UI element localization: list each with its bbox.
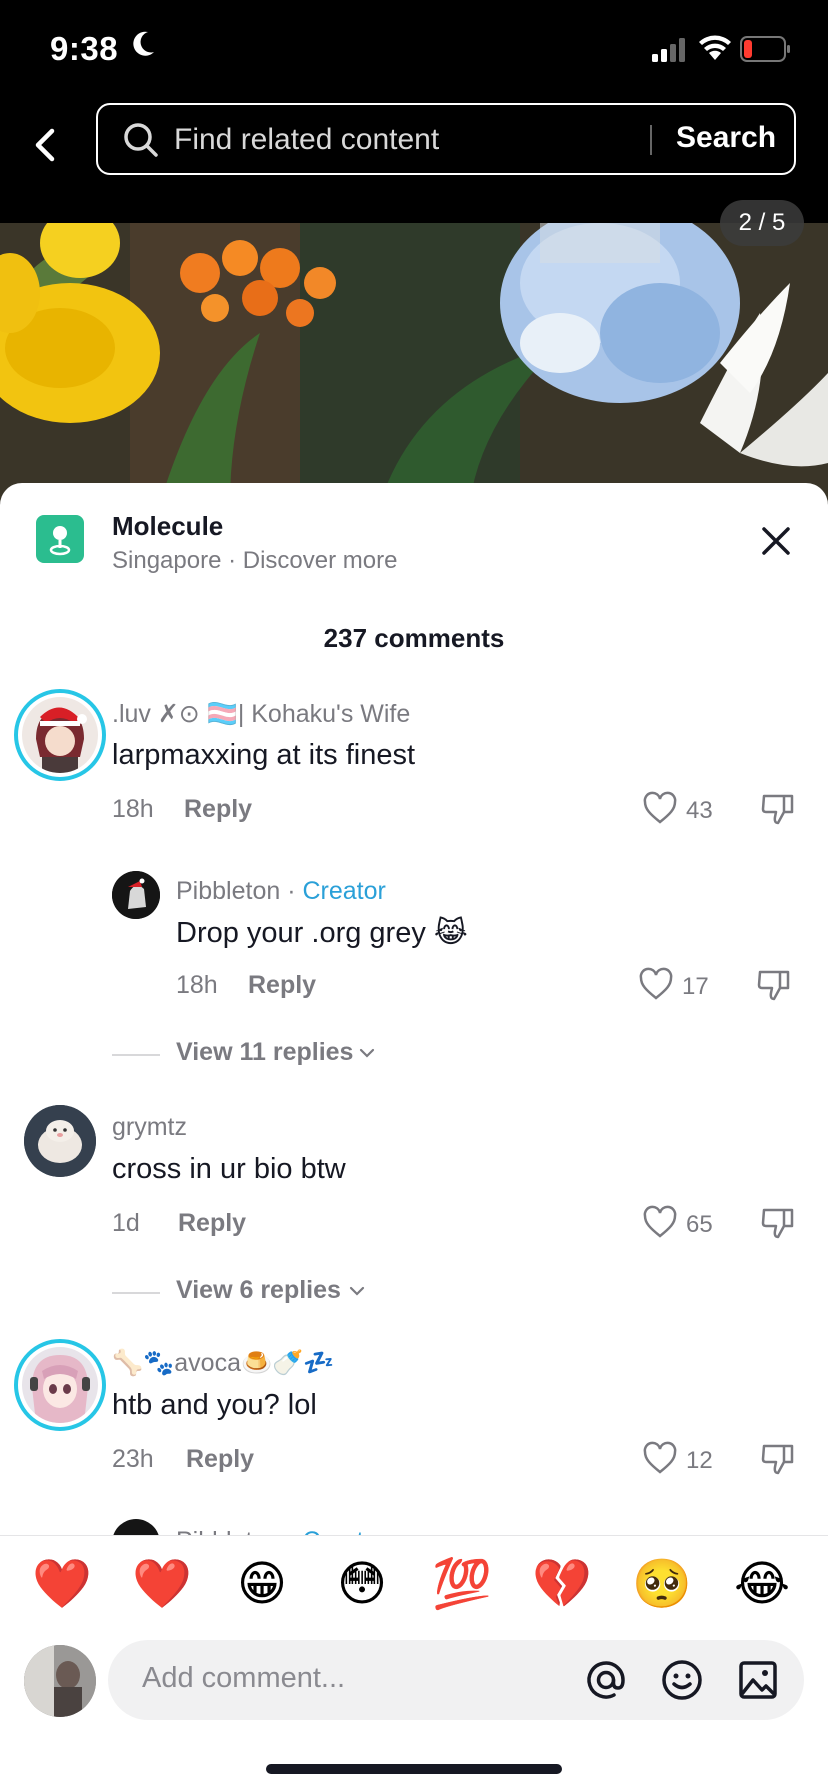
avatar[interactable] — [14, 689, 106, 781]
back-arrow-icon[interactable] — [24, 117, 68, 173]
comment-username-text: Pibbleton — [176, 877, 281, 905]
emoji-button[interactable]: ❤️ — [132, 1554, 192, 1614]
emoji-button[interactable]: 😁 — [232, 1554, 292, 1614]
like-count: 65 — [686, 1211, 713, 1238]
flowers-image — [0, 223, 828, 503]
view-replies-button[interactable]: View 11 replies — [112, 1038, 412, 1068]
search-icon — [124, 123, 158, 157]
comment-text: larpmaxxing at its finest — [112, 739, 416, 771]
reply-button[interactable]: Reply — [184, 795, 252, 824]
comment-username[interactable]: Pibbleton · Creator — [176, 877, 386, 906]
comment-time: 23h — [112, 1445, 154, 1473]
search-placeholder: Find related content — [174, 123, 440, 156]
heart-icon[interactable] — [638, 967, 674, 1001]
emoji-button[interactable]: 💔 — [532, 1554, 592, 1614]
comment-input-row: Add comment... — [0, 1635, 828, 1745]
comment-reply-item: Pibbleton · Creator Drop your .org grey … — [0, 871, 828, 1011]
comment-text: cross in ur bio btw — [112, 1153, 346, 1185]
comment-placeholder: Add comment... — [142, 1662, 346, 1694]
reply-button[interactable]: Reply — [178, 1209, 246, 1238]
divider-line — [112, 1292, 160, 1294]
close-icon[interactable] — [758, 523, 794, 559]
emoji-button[interactable]: 😳 — [332, 1554, 392, 1614]
comment-time: 18h — [112, 795, 154, 823]
comment-username[interactable]: grymtz — [112, 1113, 187, 1142]
dislike-icon[interactable] — [756, 967, 792, 1003]
avatar[interactable] — [14, 1339, 106, 1431]
emoji-button[interactable]: 🥺 — [632, 1554, 692, 1614]
view-replies-label: View 6 replies — [176, 1276, 341, 1304]
dislike-icon[interactable] — [760, 1205, 796, 1241]
search-button[interactable]: Search — [676, 121, 776, 155]
view-replies-label: View 11 replies — [176, 1038, 354, 1066]
emoji-button[interactable]: ❤️ — [32, 1554, 92, 1614]
moon-icon — [133, 31, 154, 56]
divider-line — [112, 1054, 160, 1056]
emoji-quick-bar: ❤️ ❤️ 😁 😳 💯 💔 🥺 😂 — [0, 1535, 828, 1635]
comment-username[interactable]: .luv ✗⊙ 🏳️‍⚧️| Kohaku's Wife — [112, 699, 410, 729]
my-avatar[interactable] — [24, 1645, 96, 1717]
location-title[interactable]: Molecule — [112, 511, 223, 542]
comment-item: .luv ✗⊙ 🏳️‍⚧️| Kohaku's Wife larpmaxxing… — [0, 689, 828, 839]
mention-icon[interactable] — [584, 1658, 628, 1702]
comment-item: grymtz cross in ur bio btw 1d Reply 65 — [0, 1103, 828, 1253]
view-replies-button[interactable]: View 6 replies — [112, 1276, 412, 1306]
wifi-icon — [699, 35, 731, 60]
search-input[interactable]: Find related content Search — [96, 103, 796, 175]
comment-time: 18h — [176, 971, 218, 999]
emoji-button[interactable]: 😂 — [732, 1554, 792, 1614]
heart-icon[interactable] — [642, 1441, 678, 1475]
reply-button[interactable]: Reply — [186, 1445, 254, 1474]
search-header: Find related content Search — [0, 95, 828, 223]
comment-time: 1d — [112, 1209, 140, 1237]
emoji-picker-icon[interactable] — [660, 1658, 704, 1702]
signal-icon — [652, 38, 685, 62]
emoji-button[interactable]: 💯 — [432, 1554, 492, 1614]
page-indicator: 2 / 5 — [720, 200, 804, 246]
comment-count: 237 comments — [323, 623, 505, 653]
creator-separator: · — [280, 877, 303, 905]
battery-icon — [740, 36, 790, 62]
heart-icon[interactable] — [642, 791, 678, 825]
location-subtitle[interactable]: Singapore · Discover more — [112, 547, 397, 575]
creator-badge: Creator — [302, 877, 386, 905]
chevron-down-icon — [349, 1286, 365, 1296]
comment-item: 🦴🐾avoca🍮🍼💤 htb and you? lol 23h Reply 12 — [0, 1339, 828, 1489]
avatar[interactable] — [112, 871, 160, 919]
image-attach-icon[interactable] — [738, 1660, 778, 1700]
avatar[interactable] — [24, 1105, 96, 1177]
like-count: 12 — [686, 1447, 713, 1474]
home-indicator[interactable] — [266, 1764, 562, 1774]
like-count: 43 — [686, 797, 713, 824]
reply-button[interactable]: Reply — [248, 971, 316, 1000]
dislike-icon[interactable] — [760, 1441, 796, 1477]
location-pin-icon — [36, 515, 84, 563]
status-time: 9:38 — [50, 30, 119, 67]
chevron-down-icon — [359, 1048, 375, 1058]
heart-icon[interactable] — [642, 1205, 678, 1239]
comment-text: htb and you? lol — [112, 1389, 317, 1421]
dislike-icon[interactable] — [760, 791, 796, 827]
status-bar: 9:38 — [0, 0, 828, 95]
like-count: 17 — [682, 973, 709, 1000]
search-divider — [650, 125, 652, 155]
post-image[interactable] — [0, 223, 828, 503]
comment-username[interactable]: 🦴🐾avoca🍮🍼💤 — [112, 1349, 334, 1378]
comment-text: Drop your .org grey 😹 — [176, 917, 468, 949]
comment-input[interactable]: Add comment... — [108, 1640, 804, 1720]
